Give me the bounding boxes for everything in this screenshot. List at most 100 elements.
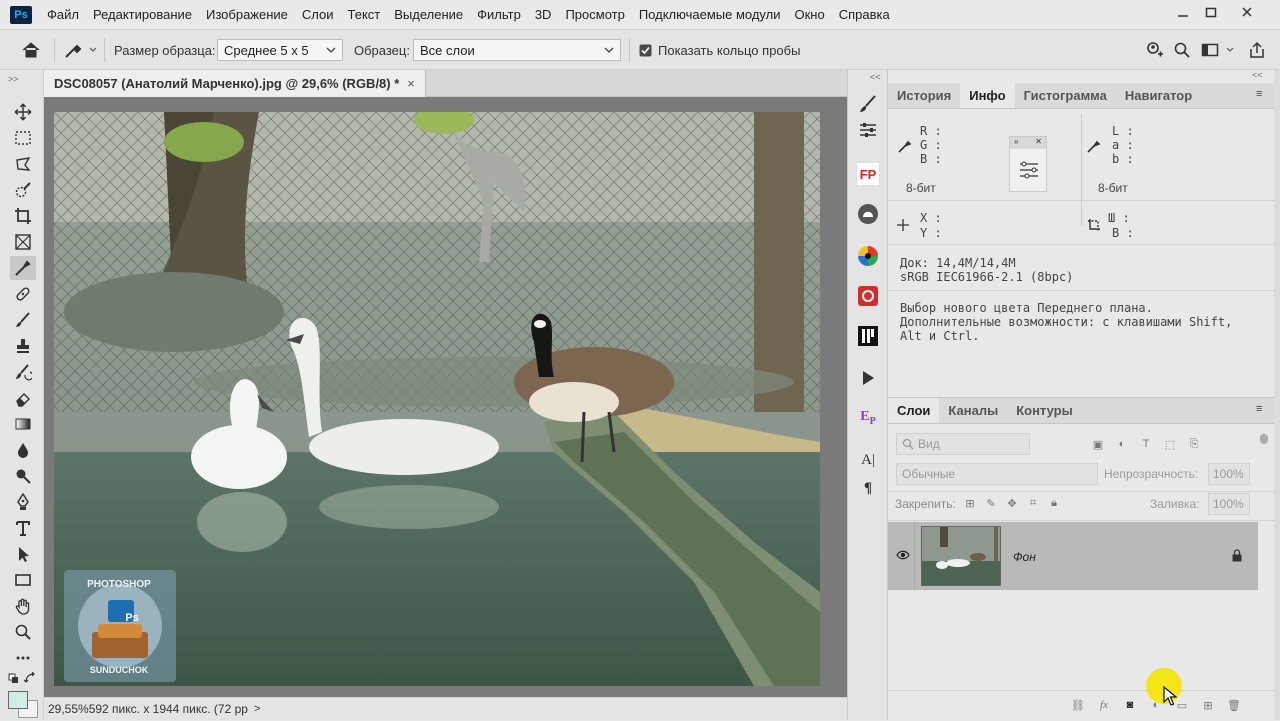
paragraph-icon[interactable]: ¶ (856, 476, 880, 500)
lock-all-icon[interactable]: 🔒︎ (1046, 495, 1062, 511)
menu-filter[interactable]: Фильтр (470, 0, 528, 29)
panel-scrollbar[interactable] (1274, 70, 1280, 720)
brush-settings-icon[interactable] (856, 92, 880, 116)
workspace-icon[interactable] (1201, 39, 1237, 61)
pen-tool-icon[interactable] (10, 490, 36, 514)
adjustment-filter-icon[interactable]: ◐ (1114, 436, 1130, 452)
zoom-level[interactable]: 29,55% (48, 702, 89, 716)
red-plugin-icon[interactable] (856, 284, 880, 308)
dodge-tool-icon[interactable] (10, 464, 36, 488)
link-layers-icon[interactable]: ⛓︎ (1070, 697, 1086, 713)
quick-selection-tool-icon[interactable] (10, 178, 36, 202)
lock-pixels-icon[interactable]: ✎ (983, 495, 999, 511)
tab-layers[interactable]: Слои (888, 398, 940, 423)
filter-toggle[interactable] (1260, 434, 1268, 444)
opacity-input[interactable]: 100% (1208, 463, 1250, 485)
crop-tool-icon[interactable] (10, 204, 36, 228)
clone-stamp-tool-icon[interactable] (10, 334, 36, 358)
eyedropper-preset-icon[interactable] (62, 39, 98, 61)
blur-tool-icon[interactable] (10, 438, 36, 462)
menu-3d[interactable]: 3D (528, 0, 559, 29)
plugin-round-icon[interactable] (856, 202, 880, 226)
maximize-icon[interactable] (1194, 0, 1228, 24)
default-colors-icon[interactable] (8, 673, 20, 688)
more-tools-icon[interactable] (10, 646, 36, 670)
type-tool-icon[interactable] (10, 516, 36, 540)
tab-paths[interactable]: Контуры (1007, 398, 1082, 423)
search-icon[interactable] (1173, 39, 1191, 61)
swap-colors-icon[interactable] (23, 671, 36, 687)
tab-channels[interactable]: Каналы (939, 398, 1007, 423)
history-brush-tool-icon[interactable] (10, 360, 36, 384)
healing-brush-tool-icon[interactable] (10, 282, 36, 306)
menu-type[interactable]: Текст (341, 0, 388, 29)
sample-size-select[interactable]: Среднее 5 x 5 (217, 39, 343, 61)
close-icon[interactable]: ✕ (1035, 137, 1042, 149)
collapse-panels-icon[interactable]: << (1252, 70, 1263, 80)
zoom-tool-icon[interactable] (10, 620, 36, 644)
menu-help[interactable]: Справка (832, 0, 897, 29)
eyedropper-tool-icon[interactable] (10, 256, 36, 280)
eye-icon[interactable] (896, 549, 910, 564)
delete-layer-icon[interactable]: 🗑︎ (1226, 697, 1242, 713)
tab-info[interactable]: Инфо (960, 83, 1015, 108)
add-mask-icon[interactable]: ◙ (1122, 697, 1138, 713)
expand-icon[interactable]: » (1014, 137, 1018, 149)
hand-tool-icon[interactable] (10, 594, 36, 618)
frame-tool-icon[interactable] (10, 230, 36, 254)
actions-play-icon[interactable] (856, 366, 880, 390)
character-icon[interactable]: A| (856, 448, 880, 472)
lock-transparent-icon[interactable]: ⊞ (962, 495, 978, 511)
chevron-right-icon[interactable]: > (254, 703, 260, 715)
menu-layers[interactable]: Слои (295, 0, 341, 29)
tab-navigator[interactable]: Навигатор (1116, 83, 1201, 108)
blend-mode-select[interactable]: Обычные (896, 463, 1098, 485)
gradient-tool-icon[interactable] (10, 412, 36, 436)
tab-histogram[interactable]: Гистограмма (1015, 83, 1116, 108)
document-image[interactable]: Ps PHOTOSHOP SUNDUCHOK (54, 112, 820, 686)
adjustments-icon[interactable] (856, 118, 880, 142)
pixel-filter-icon[interactable]: ▣ (1090, 436, 1106, 452)
new-layer-icon[interactable]: ⊞ (1200, 697, 1216, 713)
menu-window[interactable]: Окно (787, 0, 831, 29)
tab-history[interactable]: История (888, 83, 960, 108)
type-filter-icon[interactable]: T (1138, 436, 1154, 452)
layer-filter-select[interactable]: Вид (896, 433, 1030, 455)
close-window-icon[interactable] (1230, 0, 1264, 24)
lock-artboard-icon[interactable]: ⌗ (1025, 495, 1041, 511)
panel-menu-icon[interactable]: ≡ (1256, 88, 1268, 100)
share-icon[interactable] (1248, 39, 1266, 61)
fill-input[interactable]: 100% (1208, 493, 1250, 515)
smart-object-filter-icon[interactable]: ⎘ (1186, 436, 1202, 452)
menu-image[interactable]: Изображение (199, 0, 295, 29)
panel-menu-icon[interactable]: ≡ (1256, 403, 1268, 415)
show-ring-checkbox[interactable] (639, 39, 652, 61)
menu-file[interactable]: Файл (40, 0, 86, 29)
menu-view[interactable]: Просмотр (558, 0, 631, 29)
close-tab-icon[interactable]: × (407, 76, 415, 91)
bw-plugin-icon[interactable] (856, 324, 880, 348)
menu-plugins[interactable]: Подключаемые модули (632, 0, 788, 29)
color-plugin-icon[interactable] (856, 244, 880, 268)
shape-filter-icon[interactable]: ⬚ (1162, 436, 1178, 452)
home-icon[interactable] (20, 39, 42, 61)
ep-plugin-icon[interactable]: EP (856, 406, 880, 430)
brush-tool-icon[interactable] (10, 308, 36, 332)
canvas-area[interactable]: Ps PHOTOSHOP SUNDUCHOK (44, 97, 847, 697)
share-user-icon[interactable] (1144, 39, 1164, 61)
lock-position-icon[interactable]: ✥ (1004, 495, 1020, 511)
path-selection-tool-icon[interactable] (10, 542, 36, 566)
fp-plugin-icon[interactable]: FP (856, 162, 880, 186)
rectangle-tool-icon[interactable] (10, 568, 36, 592)
layer-name[interactable]: Фон (1013, 550, 1036, 564)
marquee-tool-icon[interactable] (10, 126, 36, 150)
fx-icon[interactable]: fx (1096, 697, 1112, 713)
floating-options-widget[interactable]: » ✕ (1009, 136, 1047, 192)
collapse-dock-icon[interactable]: << (870, 72, 881, 82)
sample-select[interactable]: Все слои (413, 39, 621, 61)
foreground-color-swatch[interactable] (8, 691, 28, 709)
eraser-tool-icon[interactable] (10, 386, 36, 410)
layer-row[interactable]: Фон (888, 522, 1258, 590)
collapse-tools-icon[interactable]: >> (8, 74, 19, 84)
menu-edit[interactable]: Редактирование (86, 0, 199, 29)
